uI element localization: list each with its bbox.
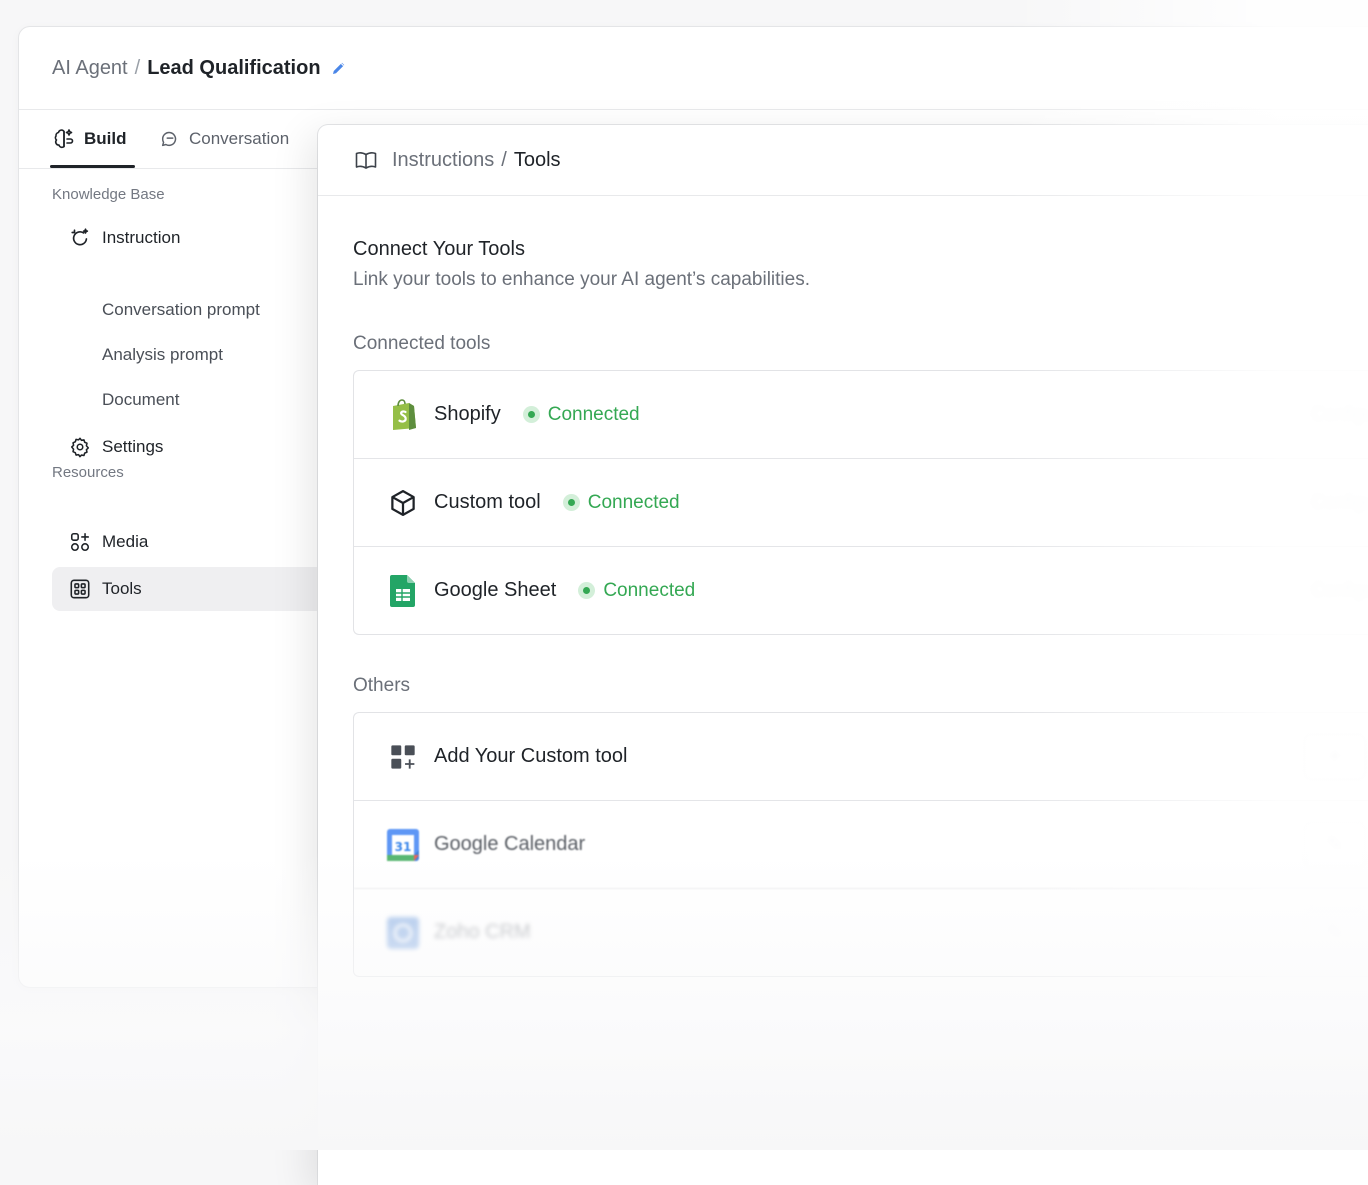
configure-button[interactable]: Configure: [1312, 492, 1368, 513]
status-badge: Connected: [562, 491, 680, 514]
book-icon: [354, 148, 378, 172]
status-badge: Connected: [578, 580, 695, 602]
google-calendar-icon: 31: [386, 828, 420, 862]
tool-row-shopify[interactable]: Shopify Connected Configure: [354, 371, 1368, 459]
breadcrumb-parent[interactable]: AI Agent: [52, 57, 128, 80]
tool-row-add-custom-tool[interactable]: Add Your Custom tool +: [354, 713, 1368, 801]
edit-tool-button[interactable]: ✎: [1304, 909, 1366, 956]
pencil-icon: ✎: [1327, 922, 1343, 942]
tool-name: Google Calendar: [434, 833, 586, 855]
shapes-plus-icon: [68, 530, 92, 554]
pencil-icon[interactable]: [330, 59, 348, 77]
grid-box-icon: [68, 577, 92, 601]
tool-name: Zoho CRM: [434, 921, 531, 943]
tab-conversation-label: Conversation: [189, 128, 290, 148]
status-badge: Connected: [522, 403, 640, 426]
sidebar-subitem-analysis-prompt[interactable]: Analysis prompt: [102, 345, 223, 365]
page-header: AI Agent / Lead Qualification: [19, 27, 1368, 110]
sidebar-item-label: Settings: [102, 437, 164, 456]
sidebar-item-media[interactable]: Media: [52, 520, 342, 564]
panel-breadcrumb-parent[interactable]: Instructions: [392, 149, 494, 172]
tab-build[interactable]: Build: [50, 110, 134, 168]
other-tools-list: Add Your Custom tool + 31 Google Calenda…: [353, 712, 1368, 977]
tools-panel: Instructions / Tools Connect Your Tools …: [318, 125, 1368, 1185]
zoho-crm-icon: [386, 916, 420, 950]
status-label: Connected: [547, 403, 640, 425]
grid-plus-icon: [386, 740, 420, 774]
google-sheets-icon: [386, 574, 420, 608]
tool-row-zoho-crm[interactable]: Zoho CRM ✎: [354, 889, 1368, 976]
status-label: Connected: [587, 491, 680, 513]
sidebar-item-settings[interactable]: Settings: [52, 425, 342, 469]
tool-name: Custom tool: [434, 491, 541, 513]
tools-panel-header: Instructions / Tools: [318, 125, 1368, 196]
section-label-resources: Resources: [52, 464, 124, 481]
sidebar-item-label: Tools: [102, 579, 142, 598]
tool-name: Google Sheet: [434, 579, 557, 601]
status-dot-icon: [562, 494, 580, 511]
tab-bar: Build Conversation: [19, 110, 339, 169]
breadcrumb-separator: /: [134, 56, 141, 79]
plus-icon: +: [1329, 746, 1341, 766]
configure-button[interactable]: Configure: [1312, 404, 1368, 425]
edit-tool-button[interactable]: ✎: [1304, 821, 1366, 868]
connected-tools-list: Shopify Connected Configure Custom tool …: [353, 370, 1368, 635]
tab-conversation[interactable]: Conversation: [159, 110, 289, 167]
sidebar-item-label: Media: [102, 532, 149, 551]
brain-sparkle-icon: [54, 128, 74, 148]
tool-row-google-calendar[interactable]: 31 Google Calendar ✎: [354, 801, 1368, 889]
status-dot-icon: [522, 406, 540, 423]
page-title: Lead Qualification: [147, 56, 321, 79]
tool-name: Shopify: [434, 403, 501, 425]
section-label-knowledge-base: Knowledge Base: [52, 186, 165, 203]
sidebar-item-instruction[interactable]: Instruction: [52, 216, 342, 260]
gear-icon: [68, 435, 92, 459]
sidebar-subitem-conversation-prompt[interactable]: Conversation prompt: [102, 300, 260, 320]
configure-button[interactable]: Configure: [1312, 580, 1368, 601]
sidebar-item-tools[interactable]: Tools: [52, 567, 342, 611]
shopify-icon: [386, 398, 420, 432]
sidebar-subitem-document[interactable]: Document: [102, 390, 179, 410]
chat-bubble-icon: [161, 131, 177, 146]
cube-icon: [386, 486, 420, 520]
connected-tools-label: Connected tools: [353, 333, 491, 354]
tool-name: Add Your Custom tool: [434, 745, 628, 767]
sidebar-item-label: Instruction: [102, 228, 181, 247]
others-label: Others: [353, 675, 411, 696]
section-title: Connect Your Tools: [353, 238, 525, 260]
section-subtitle: Link your tools to enhance your AI agent…: [353, 269, 810, 290]
refresh-sparkle-icon: [68, 226, 92, 250]
tool-row-google-sheet[interactable]: Google Sheet Connected Configure: [354, 547, 1368, 634]
panel-breadcrumb-separator: /: [501, 148, 507, 171]
status-label: Connected: [603, 579, 696, 601]
pencil-icon: ✎: [1327, 834, 1343, 854]
tab-build-label: Build: [84, 128, 127, 148]
svg-text:31: 31: [395, 840, 412, 854]
status-dot-icon: [578, 582, 596, 599]
add-tool-button[interactable]: +: [1304, 733, 1366, 780]
tool-row-custom-tool[interactable]: Custom tool Connected Configure: [354, 459, 1368, 547]
panel-breadcrumb-current: Tools: [513, 148, 561, 171]
